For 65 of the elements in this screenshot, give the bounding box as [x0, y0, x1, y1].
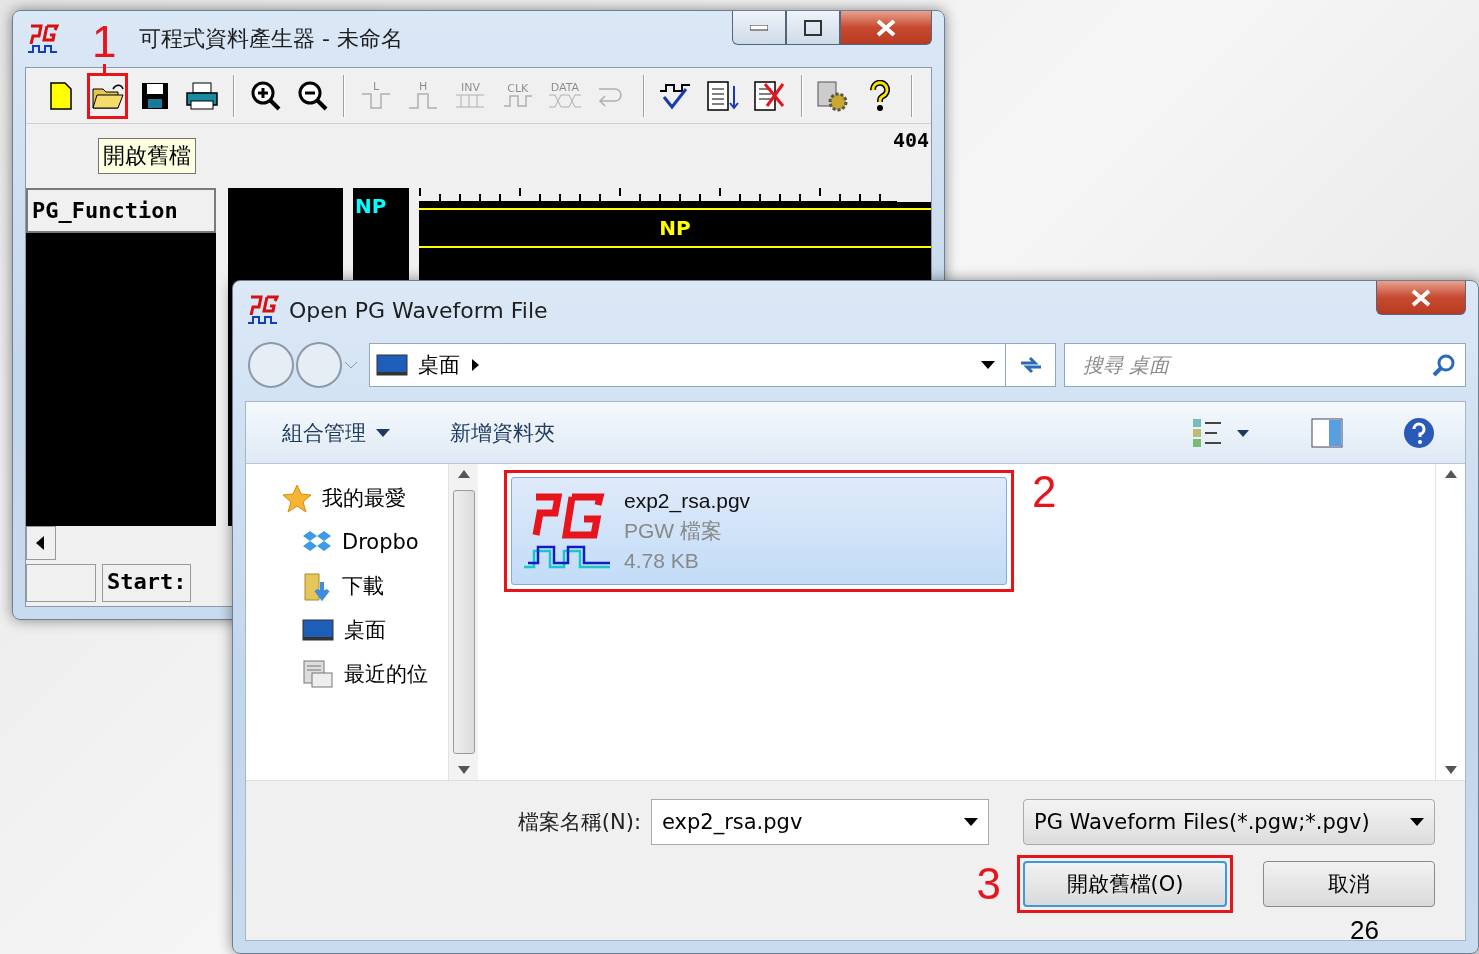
- chevron-right-icon: [470, 358, 480, 372]
- clock-signal-icon: [502, 94, 533, 108]
- new-file-icon: [47, 80, 74, 111]
- dropdown-icon: [981, 361, 995, 369]
- close-icon: [875, 18, 897, 37]
- close-button[interactable]: [1376, 281, 1466, 315]
- minimize-icon: [750, 24, 768, 31]
- pg-logo-icon: [27, 24, 59, 54]
- dropdown-icon: [376, 428, 390, 437]
- search-field[interactable]: 搜尋 桌面: [1064, 343, 1466, 387]
- desktop-icon: [376, 352, 408, 378]
- maximize-button[interactable]: [786, 11, 840, 45]
- high-signal-icon: [408, 92, 439, 110]
- scroll-up-icon: [457, 470, 470, 478]
- nav-item[interactable]: Dropbo: [282, 526, 448, 558]
- command-button[interactable]: 新增資料夾: [450, 418, 555, 447]
- search-icon: [1432, 353, 1456, 377]
- status-label: Start:: [102, 564, 192, 602]
- step-number: 3: [976, 862, 1001, 906]
- invert-signal-icon: [455, 93, 486, 109]
- dropdown-icon: [964, 818, 978, 826]
- toolbar-button[interactable]: [87, 72, 129, 119]
- close-icon: [1410, 288, 1432, 307]
- recent-places-icon: [302, 659, 334, 689]
- window-title: 可程式資料產生器 - 未命名: [139, 25, 403, 53]
- zoom-in-icon: [249, 79, 282, 112]
- download-folder-icon: [302, 570, 332, 602]
- scroll-up-icon: [1444, 470, 1457, 478]
- function-header: PG_Function: [26, 188, 216, 233]
- scroll-down-icon: [457, 766, 470, 774]
- list-delete-icon: [752, 79, 787, 112]
- waveform-track: NP: [419, 208, 931, 248]
- dropdown-icon: [1410, 818, 1424, 826]
- view-options-icon: [1191, 416, 1251, 449]
- step-number: 1: [92, 20, 117, 64]
- scroll-down-icon: [1444, 766, 1457, 774]
- nav-item[interactable]: 最近的位: [282, 658, 448, 690]
- nav-item[interactable]: 桌面: [282, 614, 448, 646]
- minimize-button[interactable]: [732, 11, 786, 45]
- file-type-dropdown[interactable]: PG Waveform Files(*.pgw;*.pgv): [1023, 799, 1435, 845]
- zoom-out-icon: [296, 79, 329, 112]
- nav-item[interactable]: 下載: [282, 570, 448, 602]
- file-item[interactable]: exp2_rsa.pgv PGW 檔案 4.78 KB: [511, 477, 1007, 585]
- help-icon: [1403, 416, 1435, 449]
- scroll-thumb[interactable]: [452, 490, 475, 754]
- dialog-button[interactable]: 取消: [1263, 861, 1435, 907]
- list-down-icon: [705, 79, 740, 112]
- low-signal-icon: [361, 92, 391, 110]
- tooltip: 開啟舊檔: [98, 138, 196, 174]
- data-signal-icon: [547, 93, 582, 109]
- close-button[interactable]: [840, 11, 932, 45]
- desktop-icon: [302, 617, 334, 643]
- step-number: 2: [1032, 470, 1057, 514]
- maximize-icon: [804, 19, 822, 36]
- preview-pane-icon: [1311, 417, 1343, 448]
- page-number: 26: [1350, 915, 1379, 946]
- dialog-button[interactable]: 開啟舊檔(O): [1023, 861, 1227, 907]
- filename-field[interactable]: exp2_rsa.pgv: [651, 799, 989, 845]
- filename-label: 檔案名稱(N):: [517, 809, 641, 836]
- address-bar[interactable]: 桌面: [369, 343, 1056, 387]
- pg-logo-icon: [247, 295, 279, 325]
- position-counter: 404: [892, 128, 929, 152]
- printer-icon: [185, 80, 220, 111]
- scroll-left-button[interactable]: [26, 526, 56, 560]
- star-icon: [282, 483, 312, 513]
